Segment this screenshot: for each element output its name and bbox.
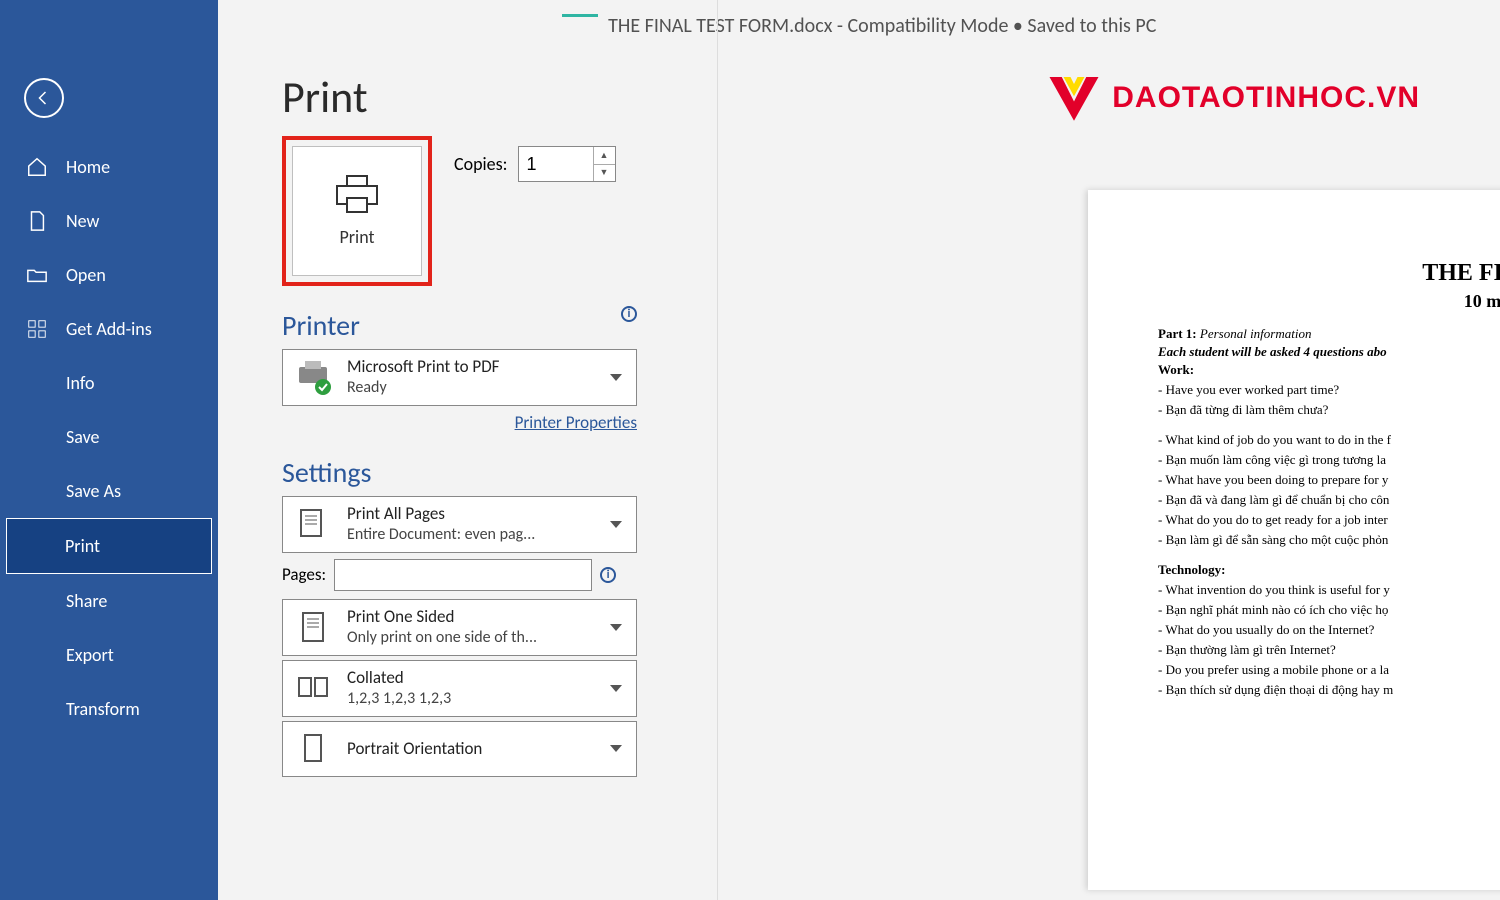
pages-input[interactable] (334, 559, 592, 591)
collate-dropdown[interactable]: Collated 1,2,3 1,2,3 1,2,3 (282, 660, 637, 717)
grid-icon (26, 318, 48, 340)
main-area: THE FINAL TEST FORM.docx - Compatibility… (218, 0, 1500, 900)
printer-properties-link[interactable]: Printer Properties (282, 412, 637, 433)
sides-dropdown[interactable]: Print One Sided Only print on one side o… (282, 599, 637, 656)
orient-title: Portrait Orientation (347, 738, 596, 760)
chevron-down-icon (610, 745, 622, 752)
pages-icon (293, 504, 333, 544)
printer-icon (333, 174, 381, 214)
printer-status: Ready (347, 378, 596, 399)
scope-title: Print All Pages (347, 503, 596, 525)
sides-sub: Only print on one side of th... (347, 628, 596, 649)
tech-label: Technology: (1158, 562, 1500, 578)
nav-info[interactable]: Info (0, 356, 218, 410)
spinner-up[interactable]: ▲ (594, 147, 615, 165)
nav-label: Share (66, 590, 107, 612)
nav-print[interactable]: Print (6, 518, 212, 574)
nav-save[interactable]: Save (0, 410, 218, 464)
print-button-label: Print (339, 226, 374, 248)
nav-share[interactable]: Share (0, 574, 218, 628)
collate-icon (293, 668, 333, 708)
print-settings-column: Print Print Copies: ▲ (218, 0, 718, 900)
page-title: Print (282, 70, 717, 124)
printer-name: Microsoft Print to PDF (347, 356, 596, 378)
document-icon (26, 210, 48, 232)
nav-label: Home (66, 156, 110, 178)
one-sided-icon (293, 607, 333, 647)
copies-label: Copies: (454, 153, 508, 175)
nav-transform[interactable]: Transform (0, 682, 218, 736)
nav-addins[interactable]: Get Add-ins (0, 302, 218, 356)
nav-label: Export (66, 644, 114, 666)
settings-heading: Settings (282, 455, 717, 490)
back-button[interactable] (24, 78, 64, 118)
info-icon[interactable]: i (600, 567, 616, 583)
collate-sub: 1,2,3 1,2,3 1,2,3 (347, 689, 596, 710)
part-line: Part 1: Personal information (1158, 326, 1500, 342)
printer-heading: Printer (282, 308, 717, 343)
portrait-icon (293, 729, 333, 769)
pages-label: Pages: (282, 564, 326, 585)
spinner-down[interactable]: ▼ (594, 165, 615, 182)
nav-open[interactable]: Open (0, 248, 218, 302)
print-scope-dropdown[interactable]: Print All Pages Entire Document: even pa… (282, 496, 637, 553)
nav-label: Transform (66, 698, 140, 720)
orientation-dropdown[interactable]: Portrait Orientation (282, 721, 637, 777)
doc-subtitle: 10 minut (1208, 291, 1500, 312)
nav-export[interactable]: Export (0, 628, 218, 682)
nav-home[interactable]: Home (0, 140, 218, 194)
chevron-down-icon (610, 521, 622, 528)
page-preview: THE FINAL T 10 minut Part 1: Personal in… (1088, 190, 1500, 890)
preview-line: - What have you been doing to prepare fo… (1158, 472, 1500, 488)
printer-dropdown[interactable]: Microsoft Print to PDF Ready (282, 349, 637, 406)
preview-line: - What kind of job do you want to do in … (1158, 432, 1500, 448)
work-label: Work: (1158, 362, 1500, 378)
chevron-down-icon (610, 374, 622, 381)
nav-new[interactable]: New (0, 194, 218, 248)
preview-line: - Bạn thích sử dụng điện thoại di động h… (1158, 682, 1500, 698)
copies-input[interactable] (519, 147, 593, 181)
nav-label: Print (65, 535, 100, 557)
scope-sub: Entire Document: even pag... (347, 525, 596, 546)
doc-title: THE FINAL T (1208, 260, 1500, 287)
nav-label: Info (66, 372, 95, 394)
nav-label: Save As (66, 480, 121, 502)
info-icon[interactable]: i (621, 306, 637, 322)
backstage-sidebar: Home New Open Get Add-ins Info Save Save… (0, 0, 218, 900)
nav-label: Save (66, 426, 100, 448)
preview-line: - Bạn muốn làm công việc gì trong tương … (1158, 452, 1500, 468)
nav-label: Get Add-ins (66, 318, 152, 340)
instr-line: Each student will be asked 4 questions a… (1158, 344, 1500, 360)
printer-ready-icon (293, 357, 333, 397)
collate-title: Collated (347, 667, 596, 689)
preview-line: - Bạn nghĩ phát minh nào có ích cho việc… (1158, 602, 1500, 618)
preview-line: - What do you usually do on the Internet… (1158, 622, 1500, 638)
chevron-down-icon (610, 624, 622, 631)
preview-column: THE FINAL T 10 minut Part 1: Personal in… (718, 0, 1500, 900)
preview-line: - Bạn thường làm gì trên Internet? (1158, 642, 1500, 658)
copies-control: Copies: ▲ ▼ (454, 146, 616, 182)
nav-label: Open (66, 264, 106, 286)
print-button[interactable]: Print (292, 146, 422, 276)
nav-saveas[interactable]: Save As (0, 464, 218, 518)
preview-line: - Bạn đã từng đi làm thêm chưa? (1158, 402, 1500, 418)
preview-line: - Bạn đã và đang làm gì để chuẩn bị cho … (1158, 492, 1500, 508)
preview-line: - Have you ever worked part time? (1158, 382, 1500, 398)
preview-line: - What invention do you think is useful … (1158, 582, 1500, 598)
copies-spinner[interactable]: ▲ ▼ (518, 146, 616, 182)
preview-line: - What do you do to get ready for a job … (1158, 512, 1500, 528)
print-button-highlight: Print (282, 136, 432, 286)
arrow-left-icon (35, 89, 53, 107)
preview-line: - Do you prefer using a mobile phone or … (1158, 662, 1500, 678)
home-icon (26, 156, 48, 178)
preview-line: - Bạn làm gì để sẵn sàng cho một cuộc ph… (1158, 532, 1500, 548)
sides-title: Print One Sided (347, 606, 596, 628)
nav-list: Home New Open Get Add-ins Info Save Save… (0, 140, 218, 736)
nav-label: New (66, 210, 99, 232)
chevron-down-icon (610, 685, 622, 692)
folder-open-icon (26, 264, 48, 286)
